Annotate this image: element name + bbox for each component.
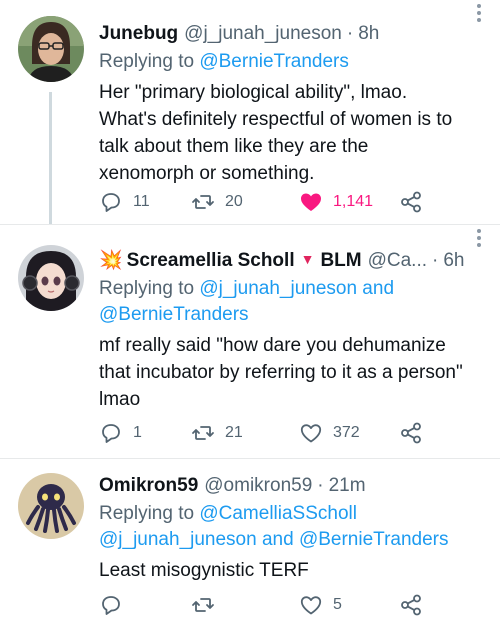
display-name-suffix[interactable]: BLM xyxy=(320,247,361,275)
like-button[interactable]: 5 xyxy=(299,589,342,621)
photo-avatar-icon xyxy=(18,16,84,82)
mention-link[interactable]: @j_junah_juneson xyxy=(199,278,357,299)
tweet-text: Her "primary biological ability", lmao. … xyxy=(99,82,453,184)
avatar[interactable] xyxy=(18,245,84,311)
replying-to-label: Replying to xyxy=(99,51,200,72)
mention-link[interactable]: @BernieTranders xyxy=(199,51,349,72)
tweet-text: Least misogynistic TERF xyxy=(99,560,309,581)
share-icon xyxy=(401,422,421,444)
share-button[interactable] xyxy=(399,589,423,621)
mention-link[interactable]: @BernieTranders xyxy=(99,304,249,325)
replying-to-label: Replying to xyxy=(99,278,200,299)
reply-button[interactable]: 1 xyxy=(99,417,142,449)
share-button[interactable] xyxy=(399,417,423,449)
timestamp[interactable]: 8h xyxy=(358,20,379,48)
thread-connector-line xyxy=(49,92,52,224)
share-icon xyxy=(401,191,421,213)
red-triangle-icon: ▼ xyxy=(300,251,315,267)
retweet-button[interactable] xyxy=(191,589,215,621)
replying-to: Replying to @j_junah_juneson and @BernieT… xyxy=(99,276,486,328)
replying-to: Replying to @CamelliaSScholl @j_junah_jun… xyxy=(99,501,486,553)
separator-dot: · xyxy=(432,250,439,271)
anime-avatar-icon xyxy=(18,245,84,311)
retweet-count: 21 xyxy=(225,424,243,441)
replying-to: Replying to @BernieTranders xyxy=(99,49,486,75)
avatar[interactable] xyxy=(18,473,84,539)
like-button[interactable]: 372 xyxy=(299,417,360,449)
heart-icon xyxy=(300,596,322,615)
octopus-avatar-icon xyxy=(18,473,84,539)
reply-count: 11 xyxy=(133,193,150,210)
mention-link[interactable]: @j_junah_juneson xyxy=(99,529,257,550)
mention-conjunction: and xyxy=(357,278,395,299)
reply-icon xyxy=(102,596,120,615)
tweet-actions: 1 21 372 xyxy=(99,417,480,449)
mention-link[interactable]: @CamelliaSScholl xyxy=(199,503,357,524)
reply-button[interactable] xyxy=(99,589,123,621)
display-name[interactable]: Omikron59 xyxy=(99,472,198,500)
like-button[interactable]: 1,141 xyxy=(299,186,373,218)
more-options-icon[interactable] xyxy=(476,229,482,251)
reply-icon xyxy=(102,193,120,212)
retweet-icon xyxy=(192,598,214,612)
reply-icon xyxy=(102,424,120,443)
user-handle[interactable]: @omikron59 xyxy=(204,472,312,500)
tweet-text: mf really said "how dare you dehumanize … xyxy=(99,335,463,410)
separator-dot: · xyxy=(317,475,324,496)
display-name[interactable]: Junebug xyxy=(99,20,178,48)
retweet-button[interactable]: 20 xyxy=(191,186,243,218)
display-name[interactable]: Screamellia Scholl xyxy=(127,247,295,275)
like-count: 372 xyxy=(333,424,360,441)
more-options-icon[interactable] xyxy=(476,4,482,26)
mention-conjunction: and xyxy=(256,529,299,550)
user-handle[interactable]: @Ca... xyxy=(368,247,427,275)
timestamp[interactable]: 6h xyxy=(443,247,464,275)
tweet[interactable]: Junebug @j_junah_juneson · 8h Replying t… xyxy=(0,0,500,224)
like-count: 1,141 xyxy=(333,193,374,210)
tweet-actions: 11 20 1,141 xyxy=(99,186,480,218)
retweet-count: 20 xyxy=(225,193,243,210)
heart-filled-icon xyxy=(301,193,321,211)
retweet-button[interactable]: 21 xyxy=(191,417,243,449)
user-handle[interactable]: @j_junah_juneson xyxy=(184,20,342,48)
tweet[interactable]: Omikron59 @omikron59 · 21m Replying to @… xyxy=(0,458,500,634)
collision-emoji-icon: 💥 xyxy=(99,250,123,271)
mention-link[interactable]: @BernieTranders xyxy=(299,529,449,550)
separator-dot: · xyxy=(346,23,354,44)
retweet-icon xyxy=(192,426,214,440)
avatar[interactable] xyxy=(18,16,84,82)
reply-count: 1 xyxy=(133,424,142,441)
share-button[interactable] xyxy=(399,186,423,218)
share-icon xyxy=(401,594,421,616)
tweet-actions: 5 xyxy=(99,589,480,621)
tweet[interactable]: 💥 Screamellia Scholl ▼ BLM @Ca... · 6h R… xyxy=(0,224,500,458)
like-count: 5 xyxy=(333,596,342,613)
replying-to-label: Replying to xyxy=(99,503,200,524)
retweet-icon xyxy=(192,195,214,209)
timestamp[interactable]: 21m xyxy=(329,472,366,500)
heart-icon xyxy=(300,424,322,443)
reply-button[interactable]: 11 xyxy=(99,186,150,218)
